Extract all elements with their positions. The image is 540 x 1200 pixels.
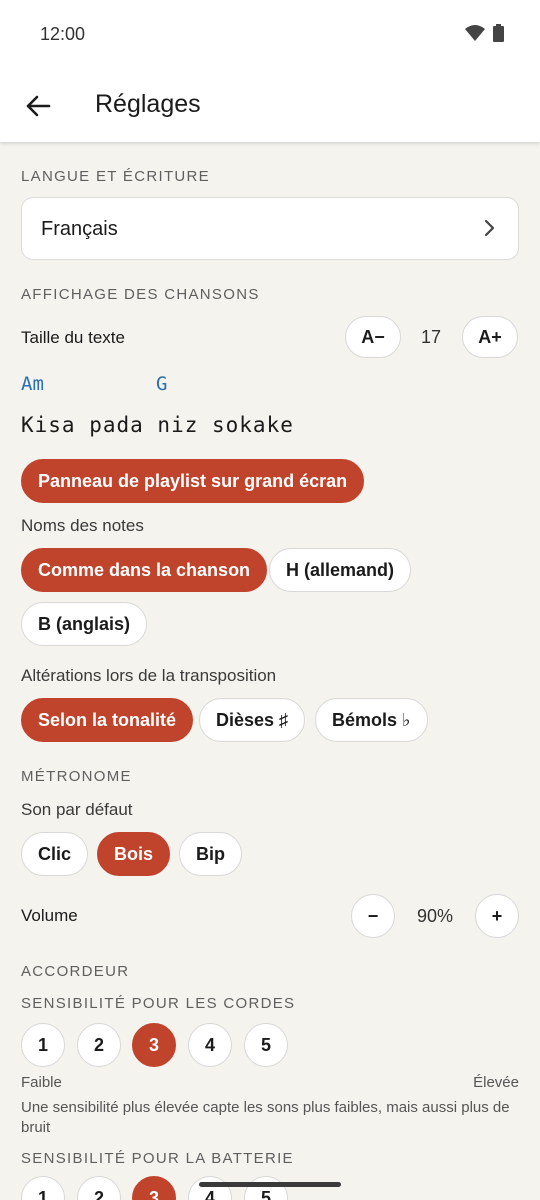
- alterations-option-sharps[interactable]: Dièses ♯: [199, 698, 306, 742]
- sensitivity-help-text: Une sensibilité plus élevée capte les so…: [21, 1099, 510, 1136]
- app-bar: Réglages: [0, 70, 540, 142]
- preview-chord-am: Am: [21, 373, 44, 395]
- chevron-right-icon: [484, 219, 495, 237]
- status-bar: 12:00: [0, 0, 540, 70]
- default-sound-label: Son par défaut: [21, 800, 133, 819]
- note-names-option-german[interactable]: H (allemand): [269, 548, 412, 592]
- strings-level-4[interactable]: 4: [188, 1023, 232, 1067]
- section-header-metronome: MÉTRONOME: [21, 768, 132, 785]
- preview-chord-g: G: [156, 373, 168, 395]
- page-title: Réglages: [95, 90, 201, 118]
- volume-decrease-button[interactable]: −: [351, 894, 395, 938]
- battery-icon: [493, 24, 504, 42]
- drums-level-1[interactable]: 1: [21, 1176, 65, 1200]
- status-time: 12:00: [40, 24, 86, 44]
- language-selector[interactable]: Français: [21, 197, 519, 260]
- text-size-value: 17: [420, 327, 442, 347]
- note-names-label: Noms des notes: [21, 516, 144, 535]
- volume-value: 90%: [416, 906, 454, 926]
- strings-level-1[interactable]: 1: [21, 1023, 65, 1067]
- volume-label: Volume: [21, 906, 78, 925]
- note-names-option-english[interactable]: B (anglais): [21, 602, 148, 646]
- decrease-text-size-button[interactable]: A−: [345, 316, 401, 358]
- sensitivity-low-label: Faible: [21, 1074, 62, 1091]
- section-header-language: LANGUE ET ÉCRITURE: [21, 168, 210, 185]
- wifi-icon: [465, 25, 485, 41]
- alterations-option-flats[interactable]: Bémols ♭: [315, 698, 428, 742]
- sound-option-wood[interactable]: Bois: [97, 832, 171, 876]
- volume-increase-button[interactable]: +: [475, 894, 519, 938]
- alterations-option-key[interactable]: Selon la tonalité: [21, 698, 194, 742]
- increase-text-size-button[interactable]: A+: [462, 316, 518, 358]
- arrow-left-icon: [26, 95, 51, 117]
- section-header-tuner: ACCORDEUR: [21, 963, 130, 980]
- strings-level-3[interactable]: 3: [132, 1023, 176, 1067]
- back-button[interactable]: [18, 86, 58, 126]
- sensitivity-high-label: Élevée: [473, 1074, 519, 1091]
- text-size-label: Taille du texte: [21, 328, 125, 347]
- gesture-nav-handle[interactable]: [199, 1182, 341, 1187]
- strings-level-5[interactable]: 5: [244, 1023, 288, 1067]
- playlist-panel-toggle[interactable]: Panneau de playlist sur grand écran: [21, 459, 365, 503]
- status-icons: [465, 24, 504, 42]
- strings-sensitivity-header: SENSIBILITÉ POUR LES CORDES: [21, 995, 296, 1012]
- strings-level-2[interactable]: 2: [77, 1023, 121, 1067]
- preview-lyric: Kisa pada niz sokake: [21, 413, 294, 437]
- alterations-label: Altérations lors de la transposition: [21, 666, 277, 685]
- drums-level-5[interactable]: 5: [244, 1176, 288, 1200]
- drums-level-2[interactable]: 2: [77, 1176, 121, 1200]
- section-header-display: AFFICHAGE DES CHANSONS: [21, 286, 260, 303]
- sound-option-click[interactable]: Clic: [21, 832, 89, 876]
- language-value: Français: [41, 218, 118, 240]
- note-names-option-song[interactable]: Comme dans la chanson: [21, 548, 268, 592]
- drums-sensitivity-header: SENSIBILITÉ POUR LA BATTERIE: [21, 1150, 294, 1167]
- drums-level-4[interactable]: 4: [188, 1176, 232, 1200]
- drums-level-3[interactable]: 3: [132, 1176, 176, 1200]
- sound-option-beep[interactable]: Bip: [179, 832, 242, 876]
